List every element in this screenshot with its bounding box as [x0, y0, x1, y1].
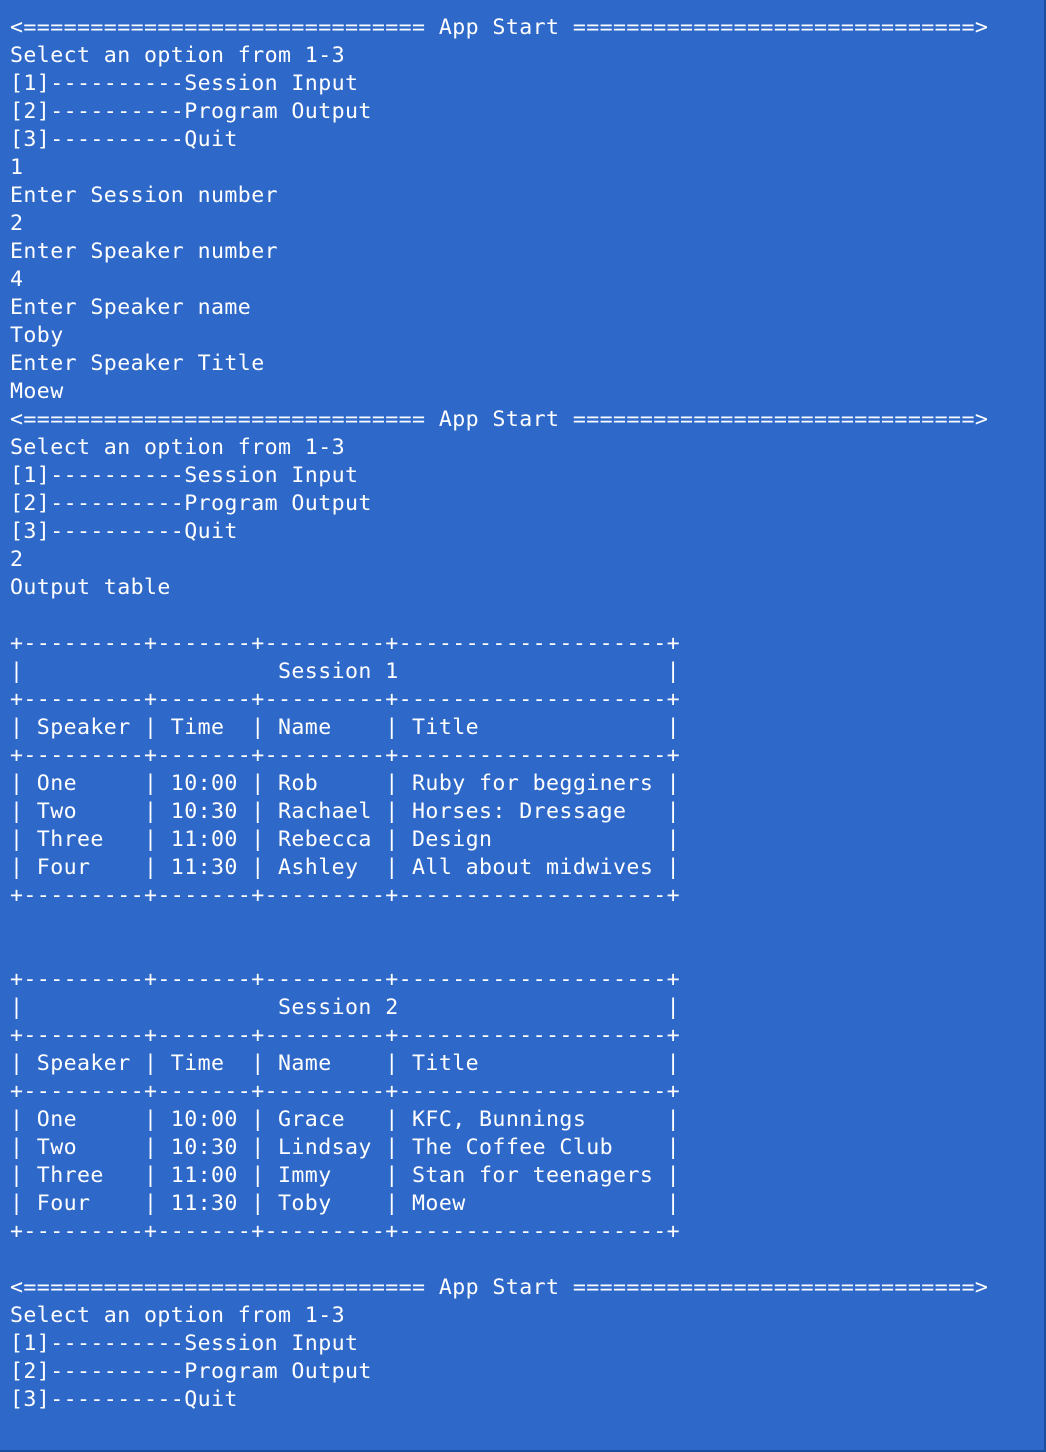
terminal-line: | One | 10:00 | Grace | KFC, Bunnings | — [10, 1107, 681, 1132]
terminal-line: | Four | 11:30 | Toby | Moew | — [10, 1191, 681, 1216]
terminal-line: [1]----------Session Input — [10, 1331, 359, 1356]
terminal-window[interactable]: <============================== App Star… — [0, 0, 1046, 1452]
terminal-line: <============================== App Star… — [10, 1275, 989, 1300]
terminal-line: +---------+-------+---------+-----------… — [10, 967, 681, 992]
terminal-line: Enter Speaker Title — [10, 351, 265, 376]
terminal-output: <============================== App Star… — [10, 14, 1044, 1414]
terminal-line: +---------+-------+---------+-----------… — [10, 687, 681, 712]
terminal-line: [3]----------Quit — [10, 127, 238, 152]
terminal-line: 2 — [10, 547, 24, 572]
terminal-line: | Three | 11:00 | Immy | Stan for teenag… — [10, 1163, 681, 1188]
terminal-line: +---------+-------+---------+-----------… — [10, 1023, 681, 1048]
terminal-line: Enter Session number — [10, 183, 279, 208]
terminal-line: [1]----------Session Input — [10, 71, 359, 96]
terminal-line: <============================== App Star… — [10, 15, 989, 40]
terminal-line: +---------+-------+---------+-----------… — [10, 883, 681, 908]
terminal-line: +---------+-------+---------+-----------… — [10, 1219, 681, 1244]
terminal-line: 1 — [10, 155, 24, 180]
terminal-line: Toby — [10, 323, 64, 348]
terminal-line: | Four | 11:30 | Ashley | All about midw… — [10, 855, 681, 880]
terminal-line: Enter Speaker name — [10, 295, 252, 320]
terminal-line: Select an option from 1-3 — [10, 43, 346, 68]
terminal-line: | Session 2 | — [10, 995, 681, 1020]
terminal-line: +---------+-------+---------+-----------… — [10, 743, 681, 768]
terminal-line: [1]----------Session Input — [10, 463, 359, 488]
terminal-line: | Session 1 | — [10, 659, 681, 684]
terminal-line: | Two | 10:30 | Rachael | Horses: Dressa… — [10, 799, 681, 824]
terminal-line: Output table — [10, 575, 171, 600]
terminal-line: [3]----------Quit — [10, 519, 238, 544]
terminal-line: +---------+-------+---------+-----------… — [10, 631, 681, 656]
terminal-line: Moew — [10, 379, 64, 404]
terminal-line: | One | 10:00 | Rob | Ruby for begginers… — [10, 771, 681, 796]
terminal-line: Select an option from 1-3 — [10, 1303, 346, 1328]
terminal-line: | Speaker | Time | Name | Title | — [10, 1051, 681, 1076]
terminal-line: 2 — [10, 211, 24, 236]
terminal-line: Select an option from 1-3 — [10, 435, 346, 460]
terminal-line: +---------+-------+---------+-----------… — [10, 1079, 681, 1104]
terminal-line: | Three | 11:00 | Rebecca | Design | — [10, 827, 681, 852]
terminal-line: | Speaker | Time | Name | Title | — [10, 715, 681, 740]
terminal-line: | Two | 10:30 | Lindsay | The Coffee Clu… — [10, 1135, 681, 1160]
terminal-line: [3]----------Quit — [10, 1387, 238, 1412]
terminal-line: [2]----------Program Output — [10, 99, 372, 124]
terminal-line: <============================== App Star… — [10, 407, 989, 432]
terminal-line: [2]----------Program Output — [10, 491, 372, 516]
terminal-line: Enter Speaker number — [10, 239, 279, 264]
terminal-line: 4 — [10, 267, 24, 292]
terminal-line: [2]----------Program Output — [10, 1359, 372, 1384]
